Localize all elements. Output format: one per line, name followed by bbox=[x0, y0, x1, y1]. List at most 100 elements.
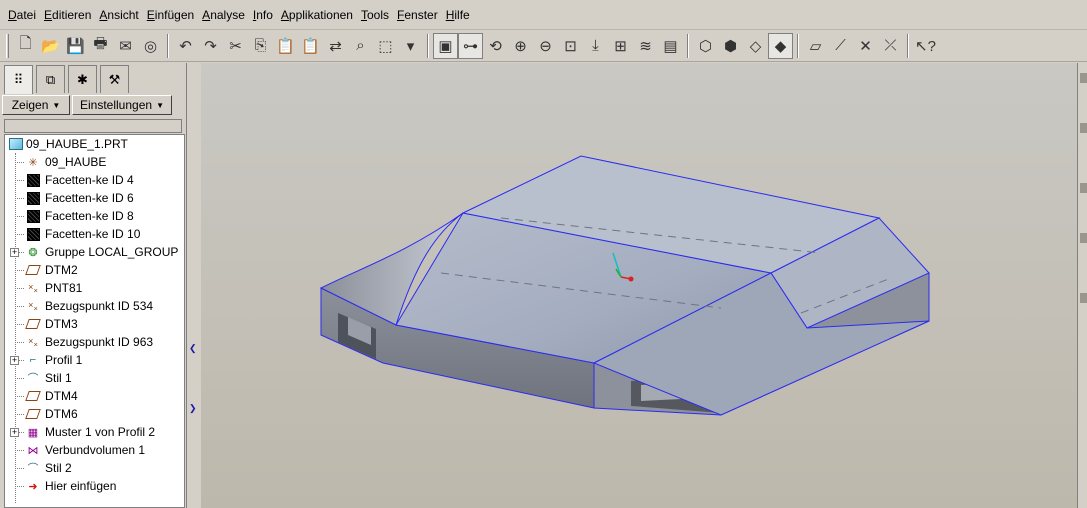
erase-icon[interactable]: ◎ bbox=[138, 33, 163, 59]
hidden-line-icon[interactable]: ⬢ bbox=[718, 33, 743, 59]
saved-views-icon[interactable]: ⊞ bbox=[608, 33, 633, 59]
tree-connector bbox=[15, 377, 24, 379]
new-file-icon[interactable]: 🗋 bbox=[13, 33, 38, 59]
context-help-icon[interactable]: ↖? bbox=[913, 33, 938, 59]
menu-item-ansicht[interactable]: Ansicht bbox=[95, 0, 142, 30]
facet-icon bbox=[25, 209, 41, 223]
zoom-out-icon[interactable]: ⊖ bbox=[533, 33, 558, 59]
layers-icon[interactable]: ≋ bbox=[633, 33, 658, 59]
tree-item[interactable]: ⌒ Stil 1 bbox=[5, 369, 184, 387]
tree-item[interactable]: Facetten-ke ID 10 bbox=[5, 225, 184, 243]
menu-item-editieren[interactable]: Editieren bbox=[40, 0, 95, 30]
facet-icon bbox=[25, 227, 41, 241]
tree-connector bbox=[15, 467, 24, 469]
coordinate-systems-icon[interactable]: ⤫ bbox=[878, 33, 903, 59]
tree-item[interactable]: DTM4 bbox=[5, 387, 184, 405]
connections-tab-icon[interactable]: ⚒ bbox=[100, 65, 129, 93]
tree-item[interactable]: ×× PNT81 bbox=[5, 279, 184, 297]
tree-item[interactable]: + ⌐ Profil 1 bbox=[5, 351, 184, 369]
toolbar-separator bbox=[167, 33, 169, 58]
menu-item-einfügen[interactable]: Einfügen bbox=[143, 0, 198, 30]
tree-item[interactable]: Facetten-ke ID 6 bbox=[5, 189, 184, 207]
tree-item[interactable]: ×× Bezugspunkt ID 534 bbox=[5, 297, 184, 315]
datum-planes-icon[interactable]: ▱ bbox=[803, 33, 828, 59]
model-tree-tab-icon[interactable]: ⠿ bbox=[4, 65, 33, 94]
chevron-down-icon: ▼ bbox=[156, 100, 164, 110]
graphics-area[interactable] bbox=[201, 63, 1077, 508]
collapse-left-icon[interactable]: ❮ bbox=[189, 343, 197, 354]
save-icon[interactable]: 💾 bbox=[63, 33, 88, 59]
tree-connector bbox=[15, 269, 24, 271]
paste-special-icon[interactable]: 📋 bbox=[298, 33, 323, 59]
datum-points-icon[interactable]: ✕ bbox=[853, 33, 878, 59]
haube-part-model[interactable] bbox=[319, 155, 930, 416]
tree-item[interactable]: + ▦ Muster 1 von Profil 2 bbox=[5, 423, 184, 441]
print-icon[interactable]: 🖶 bbox=[88, 33, 113, 59]
shading-icon[interactable]: ◆ bbox=[768, 32, 793, 59]
find-icon[interactable]: ⌕ bbox=[348, 33, 373, 59]
layer-tree-tab-icon[interactable]: ⧉ bbox=[36, 65, 65, 93]
menu-item-fenster[interactable]: Fenster bbox=[393, 0, 442, 30]
favorites-tab-icon[interactable]: ✱ bbox=[68, 65, 97, 93]
tree-item[interactable]: ⌒ Stil 2 bbox=[5, 459, 184, 477]
tree-item[interactable]: DTM3 bbox=[5, 315, 184, 333]
menu-item-applikationen[interactable]: Applikationen bbox=[277, 0, 357, 30]
no-hidden-icon[interactable]: ◇ bbox=[743, 33, 768, 59]
copy-icon[interactable]: ⎘ bbox=[248, 33, 273, 59]
paste-icon[interactable]: 📋 bbox=[273, 33, 298, 59]
settings-button-label: Einstellungen bbox=[80, 98, 153, 112]
regenerate-icon[interactable]: ⇄ bbox=[323, 33, 348, 59]
reorient-icon[interactable]: ⤓ bbox=[583, 33, 608, 59]
datum-point-icon: ×× bbox=[28, 281, 38, 295]
tree-item[interactable]: ✳ 09_HAUBE bbox=[5, 153, 184, 171]
tree-item[interactable]: Facetten-ke ID 8 bbox=[5, 207, 184, 225]
tree-connector bbox=[15, 341, 24, 343]
tree-item[interactable]: 09_HAUBE_1.PRT bbox=[5, 135, 184, 153]
dropdown-arrow-icon[interactable]: ▾ bbox=[398, 33, 423, 59]
expand-right-icon[interactable]: ❯ bbox=[189, 403, 197, 414]
repaint-icon[interactable]: ▣ bbox=[433, 32, 458, 59]
redo-icon[interactable]: ↷ bbox=[198, 33, 223, 59]
wireframe-icon[interactable]: ⬡ bbox=[693, 33, 718, 59]
cut-icon[interactable]: ✂ bbox=[223, 33, 248, 59]
menu-item-hilfe[interactable]: Hilfe bbox=[442, 0, 474, 30]
profile-icon: ⌐ bbox=[29, 354, 37, 366]
undo-icon[interactable]: ↶ bbox=[173, 33, 198, 59]
show-dropdown-button[interactable]: Zeigen ▼ bbox=[2, 95, 70, 115]
tree-item[interactable]: DTM6 bbox=[5, 405, 184, 423]
datum-axes-icon[interactable]: ⟋ bbox=[828, 33, 853, 59]
tree-item[interactable]: + ❂ Gruppe LOCAL_GROUP bbox=[5, 243, 184, 261]
tree-item-label: Facetten-ke ID 6 bbox=[45, 191, 134, 205]
expand-plus-icon[interactable]: + bbox=[10, 247, 19, 257]
selection-box-icon[interactable]: ⬚ bbox=[373, 33, 398, 59]
orient-mode-icon[interactable]: ⟲ bbox=[483, 33, 508, 59]
style-icon: ⌒ bbox=[27, 373, 39, 385]
menu-item-tools[interactable]: Tools bbox=[357, 0, 393, 30]
menu-item-datei[interactable]: Datei bbox=[4, 0, 40, 30]
tree-item-label: 09_HAUBE_1.PRT bbox=[26, 137, 128, 151]
view-manager-icon[interactable]: ▤ bbox=[658, 33, 683, 59]
expand-plus-icon[interactable]: + bbox=[10, 427, 19, 437]
tree-item[interactable]: ➜ Hier einfügen bbox=[5, 477, 184, 495]
model-tree: 09_HAUBE_1.PRT ✳ 09_HAUBE Facetten-ke ID 4 F… bbox=[4, 134, 185, 508]
open-folder-icon[interactable]: 📂 bbox=[38, 33, 63, 59]
tree-item[interactable]: ×× Bezugspunkt ID 963 bbox=[5, 333, 184, 351]
tree-item[interactable]: DTM2 bbox=[5, 261, 184, 279]
menu-item-analyse[interactable]: Analyse bbox=[198, 0, 249, 30]
datum-point-icon: ×× bbox=[28, 335, 38, 349]
settings-dropdown-button[interactable]: Einstellungen ▼ bbox=[72, 95, 172, 115]
expand-plus-icon[interactable]: + bbox=[10, 355, 19, 365]
toolbar-handle-icon bbox=[1080, 233, 1087, 243]
refit-icon[interactable]: ⊡ bbox=[558, 33, 583, 59]
tree-item-label: Facetten-ke ID 8 bbox=[45, 209, 134, 223]
zoom-in-icon[interactable]: ⊕ bbox=[508, 33, 533, 59]
tree-item-label: PNT81 bbox=[45, 281, 83, 295]
tree-item-label: DTM6 bbox=[45, 407, 78, 421]
menu-item-info[interactable]: Info bbox=[249, 0, 277, 30]
spin-center-icon[interactable]: ⊶ bbox=[458, 32, 483, 59]
toolbar-separator bbox=[687, 33, 689, 58]
panel-sash[interactable]: ❮ ❯ bbox=[186, 63, 201, 508]
send-mail-icon[interactable]: ✉ bbox=[113, 33, 138, 59]
tree-item[interactable]: Facetten-ke ID 4 bbox=[5, 171, 184, 189]
tree-item[interactable]: ⋈ Verbundvolumen 1 bbox=[5, 441, 184, 459]
